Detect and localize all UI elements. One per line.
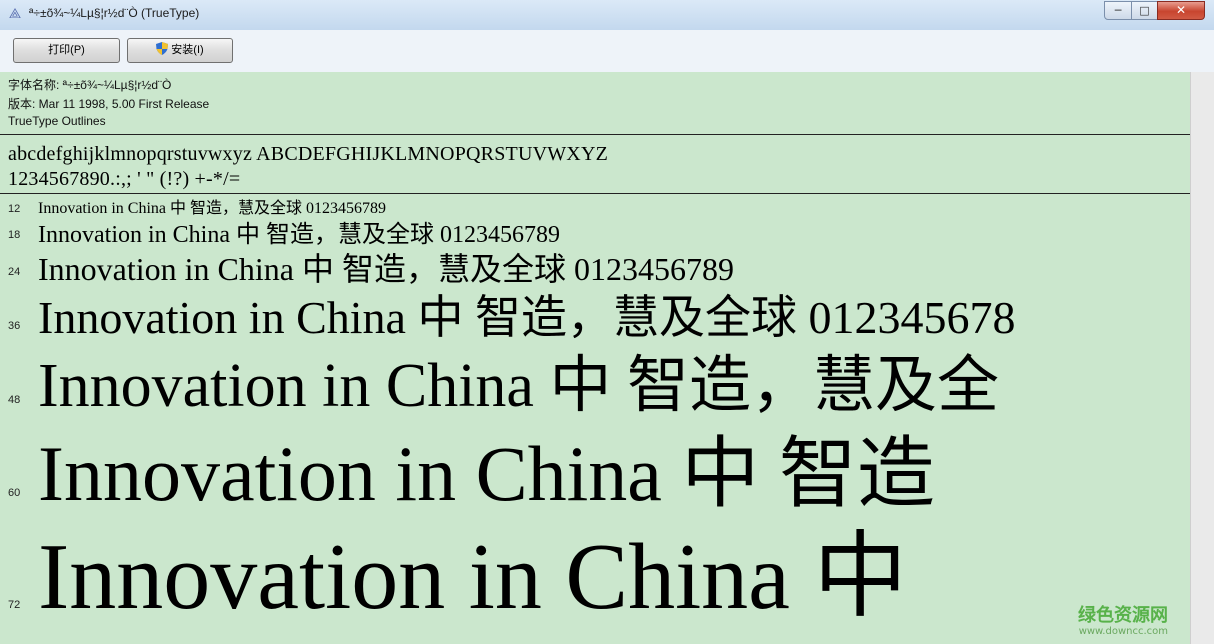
toolbar: 打印(P) 安装(I)	[0, 30, 1214, 73]
uac-shield-icon	[156, 42, 169, 55]
close-button[interactable]: ✕	[1157, 1, 1205, 20]
charset-digits: 1234567890.:,; ' " (!?) +-*/=	[8, 168, 241, 190]
size-label: 24	[8, 266, 21, 278]
size-label: 48	[8, 394, 21, 406]
font-outline-line: TrueType Outlines	[8, 114, 106, 128]
font-name-line: 字体名称: ª÷±õ¾~¼Lµ§¦r½d¨Ò	[8, 78, 172, 92]
install-button-label: 安装(I)	[171, 44, 204, 56]
print-button-label: 打印(P)	[48, 44, 85, 56]
sample-line-12: Innovation in China 中 智造，慧及全球 0123456789	[38, 200, 386, 217]
sample-line-36: Innovation in China 中 智造，慧及全球 012345678	[38, 292, 1016, 343]
maximize-button[interactable]: □	[1131, 1, 1158, 20]
font-preview-area: 字体名称: ª÷±õ¾~¼Lµ§¦r½d¨Ò 版本: Mar 11 1998, …	[0, 72, 1190, 644]
vertical-scrollbar[interactable]	[1190, 72, 1214, 644]
sample-line-60: Innovation in China 中 智造	[38, 430, 935, 517]
title-bar: ⟁ ª÷±õ¾~¼Lµ§¦r½d¨Ò (TrueType) ─ □ ✕	[0, 0, 1214, 31]
sample-line-24: Innovation in China 中 智造，慧及全球 0123456789	[38, 251, 734, 287]
minimize-button[interactable]: ─	[1104, 1, 1132, 20]
print-button[interactable]: 打印(P)	[13, 38, 120, 63]
size-label: 72	[8, 599, 21, 611]
sample-line-48: Innovation in China 中 智造，慧及全	[38, 352, 999, 420]
sample-line-18: Innovation in China 中 智造，慧及全球 0123456789	[38, 222, 560, 248]
charset-letters: abcdefghijklmnopqrstuvwxyz ABCDEFGHIJKLM…	[8, 143, 609, 165]
size-label: 36	[8, 320, 21, 332]
install-button[interactable]: 安装(I)	[127, 38, 233, 63]
watermark-title: 绿色资源网	[1078, 605, 1168, 626]
font-version-line: 版本: Mar 11 1998, 5.00 First Release	[8, 97, 210, 111]
size-label: 12	[8, 203, 21, 215]
window-title: ª÷±õ¾~¼Lµ§¦r½d¨Ò (TrueType)	[29, 6, 200, 20]
divider	[0, 134, 1190, 135]
watermark: 绿色资源网 www.downcc.com	[1078, 606, 1168, 638]
watermark-url: www.downcc.com	[1078, 626, 1168, 637]
size-label: 18	[8, 229, 21, 241]
font-viewer-icon: ⟁	[8, 6, 22, 22]
size-label: 60	[8, 487, 21, 499]
sample-line-72: Innovation in China 中	[38, 525, 908, 629]
divider	[0, 193, 1190, 194]
